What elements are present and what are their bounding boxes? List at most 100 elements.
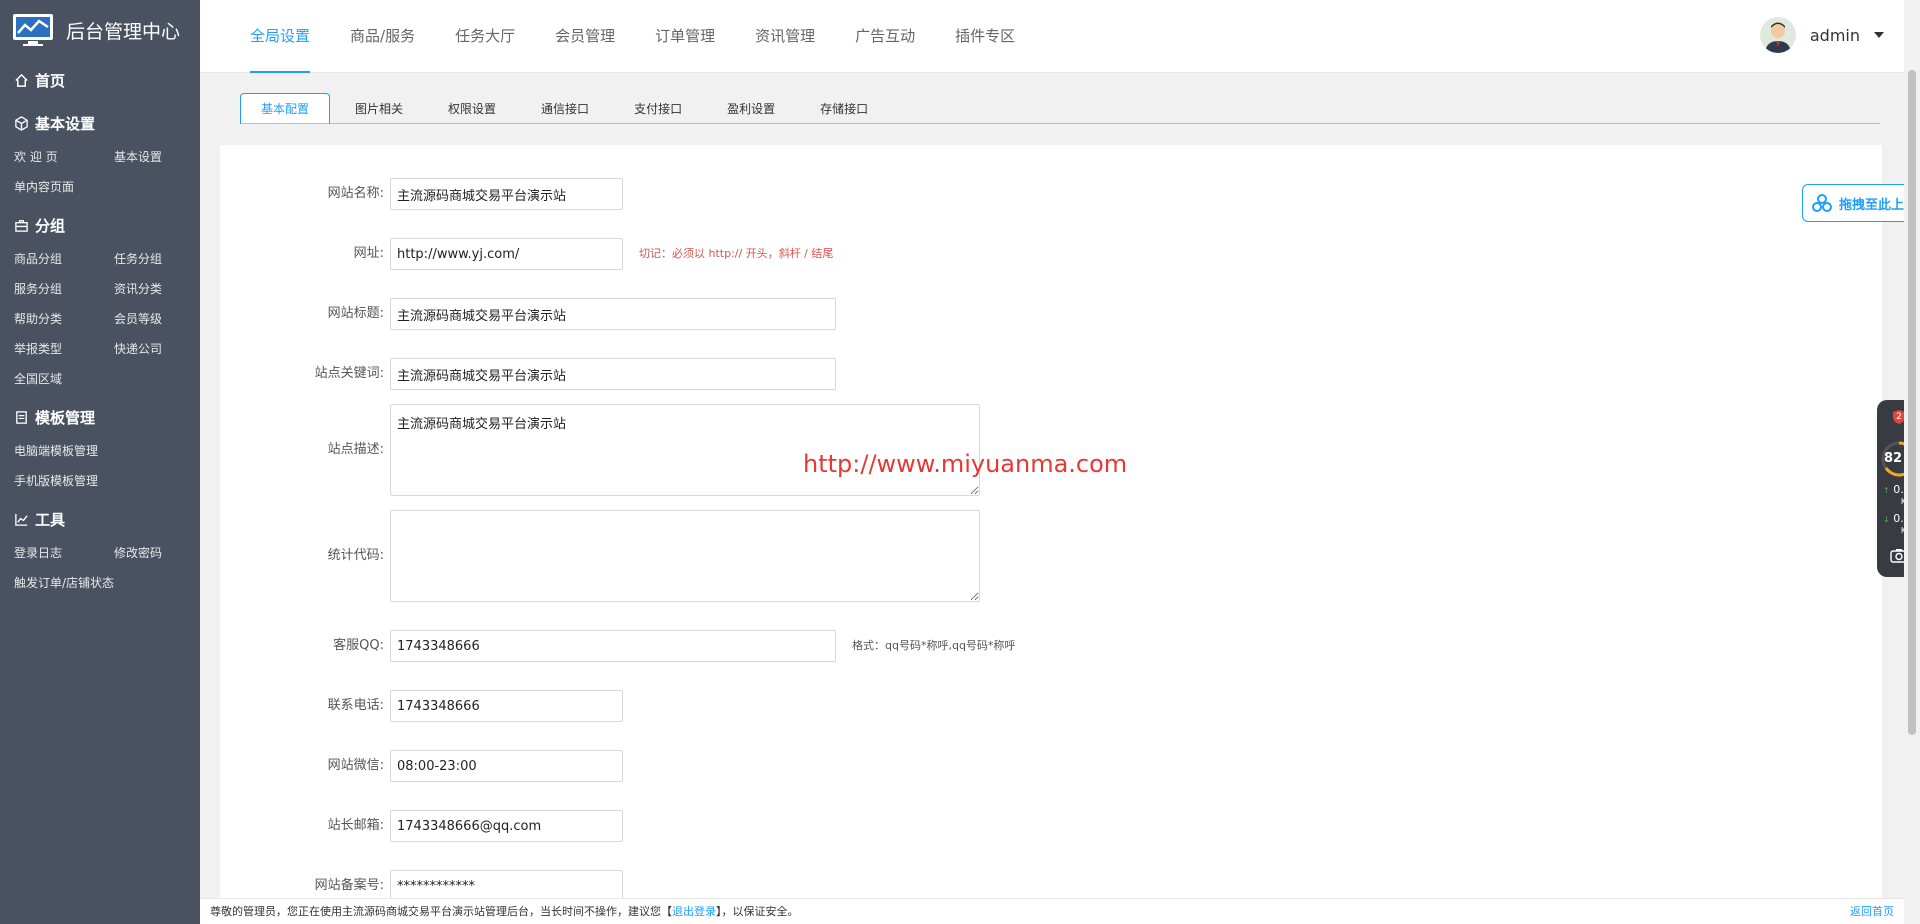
- site-title-label: 网站标题:: [327, 306, 384, 321]
- sidebar-group-tools[interactable]: 工具: [0, 500, 200, 538]
- stats-code-label: 统计代码:: [327, 548, 384, 563]
- form-row-phone: 联系电话:: [220, 690, 623, 722]
- sidebar-item-single-page[interactable]: 单内容页面: [14, 172, 114, 202]
- sidebar-item-report-type[interactable]: 举报类型: [14, 334, 114, 364]
- form-row-site-name: 网站名称:: [220, 178, 623, 210]
- site-name-label: 网站名称:: [327, 186, 384, 201]
- sidebar-item-regions[interactable]: 全国区域: [14, 364, 114, 394]
- tab-plugins[interactable]: 插件专区: [955, 0, 1015, 73]
- subtab-payment[interactable]: 支付接口: [614, 94, 702, 124]
- monitor-chart-icon: [12, 13, 54, 47]
- description-label: 站点描述:: [327, 442, 384, 457]
- settings-form-card: 网站名称: 网址: 切记：必须以 http:// 开头，斜杆 / 结尾 网站标题…: [220, 145, 1882, 905]
- avatar[interactable]: [1759, 17, 1796, 53]
- line-chart-icon: [15, 513, 28, 526]
- stats-code-textarea[interactable]: [390, 510, 980, 602]
- watermark-text: http://www.miyuanma.com: [803, 450, 1128, 478]
- top-nav: 全局设置 商品/服务 任务大厅 会员管理 订单管理 资讯管理 广告互动 插件专区: [250, 0, 1055, 73]
- sidebar-item-pc-template[interactable]: 电脑端模板管理: [14, 436, 214, 466]
- cube-icon: [15, 115, 28, 131]
- keywords-label: 站点关键词:: [314, 366, 384, 381]
- scrollbar-thumb[interactable]: [1908, 70, 1916, 735]
- sidebar-group-items: 电脑端模板管理 手机版模板管理: [0, 436, 200, 496]
- sidebar-group-title: 分组: [35, 216, 66, 235]
- subtab-storage[interactable]: 存储接口: [800, 94, 888, 124]
- caret-down-icon[interactable]: [1874, 32, 1884, 38]
- footer-text-after: 】，以保证安全。: [716, 905, 799, 918]
- form-row-keywords: 站点关键词:: [220, 358, 836, 390]
- tab-members[interactable]: 会员管理: [555, 0, 615, 73]
- sidebar-item-goods-group[interactable]: 商品分组: [14, 244, 114, 274]
- briefcase-icon: [15, 219, 28, 232]
- cpu-percent: 82: [1884, 451, 1903, 466]
- form-row-stats-code: 统计代码:: [220, 510, 980, 602]
- subtab-permissions[interactable]: 权限设置: [428, 94, 516, 124]
- arrow-down-icon: ↓: [1883, 515, 1890, 524]
- subtab-profit[interactable]: 盈利设置: [707, 94, 795, 124]
- tab-news[interactable]: 资讯管理: [755, 0, 815, 73]
- page-scrollbar[interactable]: [1904, 0, 1920, 924]
- logo[interactable]: 后台管理中心: [0, 0, 200, 60]
- phone-label: 联系电话:: [327, 698, 384, 713]
- site-name-input[interactable]: [390, 178, 623, 210]
- document-icon: [16, 410, 27, 424]
- footer-text-before: 尊敬的管理员，您正在使用主流源码商城交易平台演示站管理后台，当长时间不操作，建议…: [210, 905, 672, 918]
- email-label: 站长邮箱:: [327, 818, 384, 833]
- top-header: 全局设置 商品/服务 任务大厅 会员管理 订单管理 资讯管理 广告互动 插件专区…: [200, 0, 1904, 73]
- subtab-communication[interactable]: 通信接口: [521, 94, 609, 124]
- arrow-up-icon: ↑: [1883, 486, 1890, 495]
- phone-input[interactable]: [390, 690, 623, 722]
- tab-ads[interactable]: 广告互动: [855, 0, 915, 73]
- sub-tabs: 基本配置 图片相关 权限设置 通信接口 支付接口 盈利设置 存储接口: [240, 93, 893, 124]
- tab-orders[interactable]: 订单管理: [655, 0, 715, 73]
- username: admin: [1809, 25, 1860, 45]
- sidebar-item-member-level[interactable]: 会员等级: [114, 304, 214, 334]
- subtab-basic-config[interactable]: 基本配置: [240, 93, 331, 124]
- back-home-link[interactable]: 返回首页: [1850, 899, 1894, 924]
- subtab-divider: [240, 123, 1880, 124]
- logo-text: 后台管理中心: [66, 20, 181, 43]
- sidebar-group-title: 基本设置: [35, 114, 96, 133]
- sidebar-item-task-group[interactable]: 任务分组: [114, 244, 214, 274]
- site-title-input[interactable]: [390, 298, 836, 330]
- sidebar-item-mobile-template[interactable]: 手机版模板管理: [14, 466, 214, 496]
- site-url-hint: 切记：必须以 http:// 开头，斜杆 / 结尾: [639, 247, 834, 260]
- sidebar-group-templates[interactable]: 模板管理: [0, 398, 200, 436]
- email-input[interactable]: [390, 810, 623, 842]
- site-url-label: 网址:: [353, 246, 384, 261]
- cloud-share-icon: [1812, 194, 1832, 212]
- sidebar-item-service-group[interactable]: 服务分组: [14, 274, 114, 304]
- logout-link[interactable]: 退出登录: [672, 905, 716, 918]
- sidebar-group-items: 登录日志 修改密码 触发订单/店铺状态: [0, 538, 200, 598]
- sidebar: 后台管理中心 首页 基本设置 欢 迎 页 基本设置 单内容页面 分组 商品分组 …: [0, 0, 200, 924]
- site-url-input[interactable]: [390, 238, 623, 270]
- form-row-email: 站长邮箱:: [220, 810, 623, 842]
- sidebar-group-categories[interactable]: 分组: [0, 206, 200, 244]
- sidebar-group-title: 模板管理: [35, 408, 96, 427]
- sidebar-item-home[interactable]: 首页: [0, 60, 200, 100]
- sidebar-group-basic[interactable]: 基本设置: [0, 104, 200, 142]
- drag-upload-button[interactable]: 拖拽至此上传: [1802, 184, 1920, 222]
- subtab-images[interactable]: 图片相关: [335, 94, 423, 124]
- qq-input[interactable]: [390, 630, 836, 662]
- sidebar-item-welcome[interactable]: 欢 迎 页: [14, 142, 114, 172]
- form-row-qq: 客服QQ: 格式：qq号码*称呼,qq号码*称呼: [220, 630, 1015, 662]
- tab-global-settings[interactable]: 全局设置: [250, 0, 311, 73]
- sidebar-item-news-category[interactable]: 资讯分类: [114, 274, 214, 304]
- form-row-site-title: 网站标题:: [220, 298, 836, 330]
- sidebar-item-help-category[interactable]: 帮助分类: [14, 304, 114, 334]
- sidebar-item-trigger-status[interactable]: 触发订单/店铺状态: [14, 568, 214, 598]
- wechat-input[interactable]: [390, 750, 623, 782]
- sidebar-group-items: 欢 迎 页 基本设置 单内容页面: [0, 142, 200, 202]
- sidebar-item-change-password[interactable]: 修改密码: [114, 538, 214, 568]
- tab-task-hall[interactable]: 任务大厅: [455, 0, 515, 73]
- keywords-input[interactable]: [390, 358, 836, 390]
- user-menu[interactable]: admin: [1759, 17, 1884, 53]
- footer-bar: 尊敬的管理员，您正在使用主流源码商城交易平台演示站管理后台，当长时间不操作，建议…: [200, 898, 1904, 924]
- tab-goods-services[interactable]: 商品/服务: [350, 0, 415, 73]
- sidebar-item-basic-settings[interactable]: 基本设置: [114, 142, 214, 172]
- sidebar-item-home-label: 首页: [35, 71, 66, 90]
- sidebar-item-login-log[interactable]: 登录日志: [14, 538, 114, 568]
- sidebar-item-express-company[interactable]: 快递公司: [114, 334, 214, 364]
- wechat-label: 网站微信:: [327, 758, 384, 773]
